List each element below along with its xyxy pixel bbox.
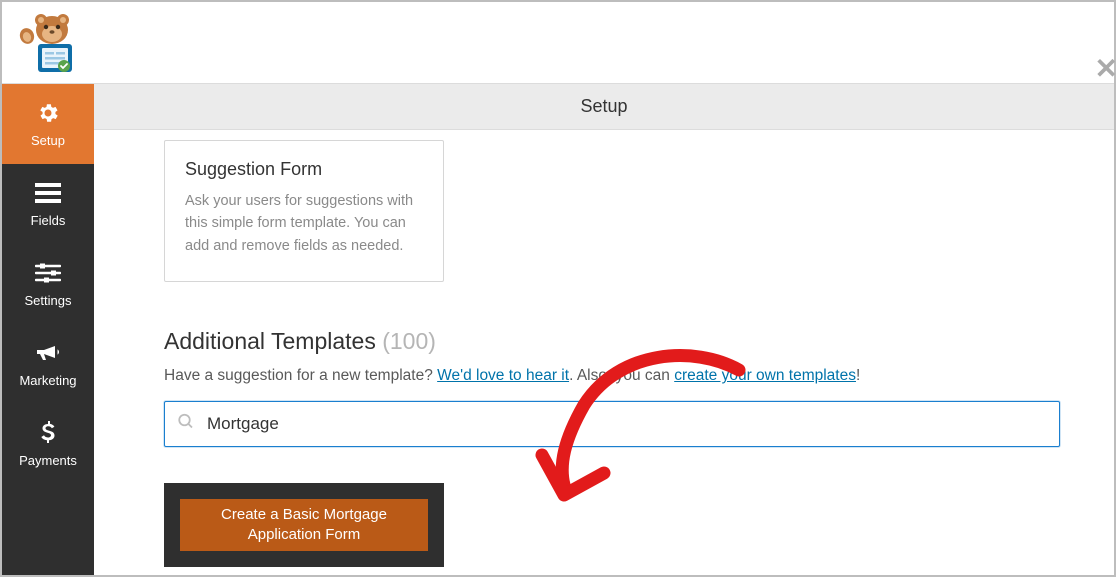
page-title: Setup <box>580 96 627 117</box>
sidebar: Setup Fields Settings Marketing <box>2 84 94 575</box>
template-result-card: Create a Basic Mortgage Application Form <box>164 483 444 567</box>
main-content: Suggestion Form Ask your users for sugge… <box>94 130 1114 575</box>
bullhorn-icon <box>35 341 61 365</box>
app-window: ✕ Setup Fields Settings <box>0 0 1116 577</box>
page-title-strip: Setup <box>94 84 1114 130</box>
sidebar-item-label: Setup <box>31 133 65 148</box>
create-mortgage-form-button[interactable]: Create a Basic Mortgage Application Form <box>180 499 428 551</box>
sidebar-item-label: Fields <box>31 213 66 228</box>
template-search-input[interactable] <box>164 401 1060 447</box>
sidebar-item-payments[interactable]: Payments <box>2 404 94 484</box>
gear-icon <box>35 101 61 125</box>
additional-templates-heading: Additional Templates (100) <box>164 328 1060 355</box>
sidebar-item-label: Payments <box>19 453 77 468</box>
suggest-template-link[interactable]: We'd love to hear it <box>437 367 569 384</box>
template-count: (100) <box>382 328 436 354</box>
additional-templates-subtext: Have a suggestion for a new template? We… <box>164 367 1060 385</box>
template-card-title: Suggestion Form <box>185 159 423 180</box>
template-card-suggestion[interactable]: Suggestion Form Ask your users for sugge… <box>164 140 444 282</box>
close-icon[interactable]: ✕ <box>1095 52 1116 85</box>
wpforms-logo-icon <box>16 8 80 76</box>
list-icon <box>35 181 61 205</box>
template-search-wrap <box>164 401 1060 447</box>
template-card-desc: Ask your users for suggestions with this… <box>185 190 423 257</box>
sidebar-item-setup[interactable]: Setup <box>2 84 94 164</box>
search-icon <box>177 413 195 436</box>
sidebar-item-label: Settings <box>25 293 72 308</box>
sidebar-item-label: Marketing <box>19 373 76 388</box>
sliders-icon <box>35 261 61 285</box>
sidebar-item-marketing[interactable]: Marketing <box>2 324 94 404</box>
sidebar-item-fields[interactable]: Fields <box>2 164 94 244</box>
topbar: ✕ <box>2 2 1114 84</box>
create-own-templates-link[interactable]: create your own templates <box>674 367 856 384</box>
sidebar-item-settings[interactable]: Settings <box>2 244 94 324</box>
dollar-icon <box>35 421 61 445</box>
